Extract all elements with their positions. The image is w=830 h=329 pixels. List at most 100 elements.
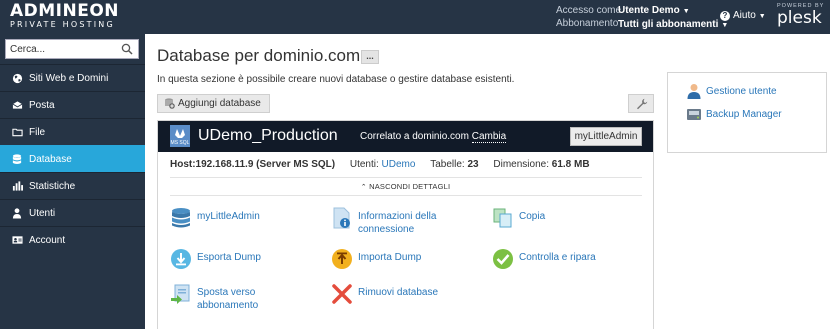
tool-label: Controlla e ripara	[519, 252, 596, 263]
hide-details-toggle[interactable]: ⌃ NASCONDI DETTAGLI	[158, 182, 653, 191]
tool-mylittleadmin[interactable]: myLittleAdmin	[170, 207, 307, 229]
bar-chart-icon	[11, 180, 23, 192]
sidebar-item-label: Posta	[29, 99, 55, 111]
sidebar-item-label: Account	[29, 234, 66, 246]
settings-button[interactable]	[628, 94, 654, 113]
add-database-label: Aggiungi database	[178, 98, 261, 109]
plesk-logo: POWERED BY plesk	[777, 3, 824, 27]
backup-manager-icon	[687, 109, 701, 120]
tool-label: Sposta verso abbonamento	[197, 287, 259, 311]
divider	[170, 195, 642, 196]
size-label: Dimensione:	[493, 159, 549, 170]
sidebar-nav: Siti Web e Domini Posta File Database St…	[0, 64, 145, 253]
sidebar-item-label: Utenti	[29, 207, 56, 219]
tables-label: Tabelle:	[430, 159, 465, 170]
sidebar-item-statistics[interactable]: Statistiche	[0, 172, 145, 199]
user-management-link[interactable]: Gestione utente	[686, 83, 777, 99]
sidebar-item-label: Statistiche	[29, 180, 76, 192]
users-link[interactable]: UDemo	[382, 159, 416, 170]
help-label: Aiuto	[733, 10, 756, 21]
brand-name: ADMINEON	[10, 1, 120, 21]
brand-tagline: PRIVATE HOSTING	[10, 20, 115, 29]
account-card-icon	[11, 234, 23, 246]
sidebar-item-label: Database	[29, 153, 72, 165]
sidebar: Siti Web e Domini Posta File Database St…	[0, 34, 145, 329]
main-content: Database per dominio.com ... In questa s…	[145, 34, 830, 329]
export-dump-icon	[171, 249, 191, 269]
database-panel: MS SQL UDemo_Production Correlato a domi…	[157, 120, 654, 329]
mssql-badge-label: MS SQL	[170, 140, 190, 146]
title-more-button[interactable]: ...	[361, 50, 379, 64]
tool-move-subscription[interactable]: Sposta verso abbonamento	[170, 283, 307, 312]
globe-icon	[11, 72, 23, 84]
tool-label: Copia	[519, 211, 546, 222]
linked-domain-text: Correlato a dominio.com	[360, 131, 469, 142]
sidebar-item-label: Siti Web e Domini	[29, 72, 109, 84]
account-values: Utente Demo ▼ Tutti gli abbonamenti ▼	[618, 4, 728, 32]
chevron-up-icon: ⌃	[360, 184, 367, 191]
wrench-icon	[637, 98, 648, 110]
mylittleadmin-button[interactable]: myLittleAdmin	[570, 127, 642, 146]
search-box	[5, 39, 139, 59]
help-icon: ?	[720, 11, 730, 21]
check-repair-icon	[493, 249, 513, 269]
caret-down-icon: ▼	[721, 22, 729, 29]
search-input[interactable]	[6, 40, 116, 58]
tool-check-repair[interactable]: Controlla e ripara	[492, 248, 629, 270]
sidebar-item-users[interactable]: Utenti	[0, 199, 145, 226]
page-description: In questa sezione è possibile creare nuo…	[157, 74, 515, 85]
caret-down-icon: ▼	[758, 13, 766, 20]
sidebar-item-websites[interactable]: Siti Web e Domini	[0, 64, 145, 91]
remove-icon	[332, 284, 352, 304]
card-item-label: Backup Manager	[706, 108, 782, 120]
database-info: Host:192.168.11.9 (Server MS SQL) Utenti…	[170, 159, 590, 170]
side-tools-card: Gestione utente Backup Manager	[667, 72, 827, 153]
sidebar-item-files[interactable]: File	[0, 118, 145, 145]
import-dump-icon	[332, 249, 352, 269]
copy-icon	[493, 208, 512, 228]
divider	[170, 177, 642, 178]
top-bar: ADMINEON PRIVATE HOSTING Accesso come Ab…	[0, 0, 830, 34]
database-host: Host:192.168.11.9 (Server MS SQL)	[170, 159, 336, 170]
subscription-value: Tutti gli abbonamenti	[618, 19, 719, 30]
card-item-label: Gestione utente	[706, 85, 777, 97]
size-value: 61.8 MB	[551, 159, 590, 170]
tool-import-dump[interactable]: Importa Dump	[331, 248, 468, 270]
sidebar-item-label: File	[29, 126, 46, 138]
caret-down-icon: ▼	[682, 8, 690, 15]
backup-manager-link[interactable]: Backup Manager	[686, 106, 782, 122]
subscription-dropdown[interactable]: Tutti gli abbonamenti ▼	[618, 18, 728, 32]
mssql-badge-icon: MS SQL	[170, 125, 190, 147]
users-label: Utenti:	[349, 159, 379, 170]
hide-details-label: NASCONDI DETTAGLI	[369, 182, 451, 191]
tool-export-dump[interactable]: Esporta Dump	[170, 248, 307, 270]
account-labels: Accesso come Abbonamento	[556, 4, 621, 30]
search-icon[interactable]	[121, 43, 133, 55]
sidebar-item-account[interactable]: Account	[0, 226, 145, 253]
database-icon	[11, 153, 23, 165]
help-menu[interactable]: ? Aiuto ▼	[720, 10, 766, 21]
database-stack-icon	[172, 208, 190, 228]
sidebar-item-database[interactable]: Database	[0, 145, 145, 172]
brand-logo[interactable]: ADMINEON PRIVATE HOSTING	[10, 3, 119, 29]
access-dropdown[interactable]: Utente Demo ▼	[618, 4, 728, 18]
page-title: Database per dominio.com	[157, 46, 361, 65]
database-name[interactable]: UDemo_Production	[198, 127, 338, 145]
tool-label: Importa Dump	[358, 252, 422, 263]
subscription-label: Abbonamento	[556, 18, 619, 29]
tool-label: myLittleAdmin	[197, 211, 260, 222]
folder-icon	[11, 126, 23, 138]
tool-remove-database[interactable]: Rimuovi database	[331, 283, 468, 305]
user-icon	[11, 207, 23, 219]
user-management-icon	[687, 84, 701, 99]
tool-label: Informazioni della connessione	[358, 211, 437, 235]
tool-connection-info[interactable]: Informazioni della connessione	[331, 207, 468, 236]
change-domain-link[interactable]: Cambia	[471, 131, 507, 143]
sidebar-item-mail[interactable]: Posta	[0, 91, 145, 118]
database-header: MS SQL UDemo_Production Correlato a domi…	[158, 121, 653, 152]
tool-copy[interactable]: Copia	[492, 207, 629, 229]
plesk-name: plesk	[777, 8, 822, 28]
move-subscription-icon	[171, 284, 190, 304]
add-database-button[interactable]: Aggiungi database	[157, 94, 270, 113]
tables-value: 23	[467, 159, 479, 170]
